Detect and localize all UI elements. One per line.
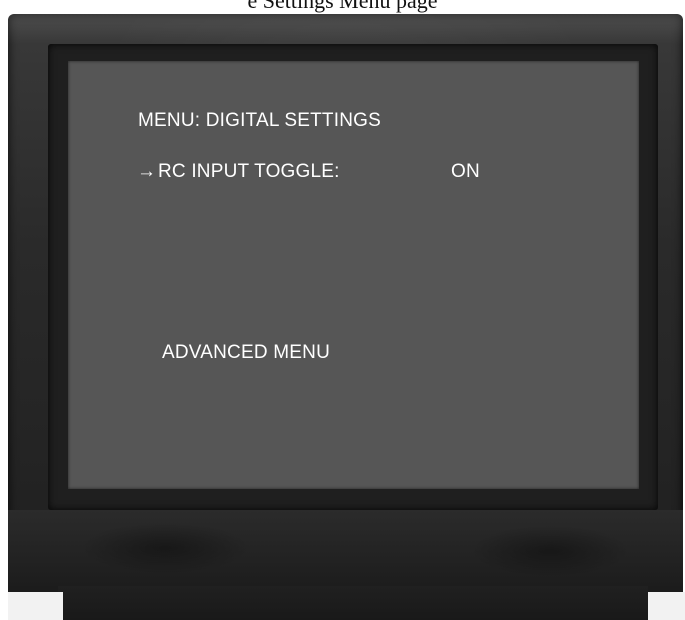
left-speaker-area [80, 522, 250, 574]
base-left-gap [8, 592, 63, 620]
tv-top-highlight [8, 14, 683, 44]
rc-input-toggle-label[interactable]: RC INPUT TOGGLE: [158, 161, 340, 183]
page-caption: e Settings Menu page [247, 0, 438, 13]
advanced-menu-item[interactable]: ADVANCED MENU [162, 342, 330, 364]
base-right-gap [648, 592, 685, 620]
selector-arrow-icon: → [137, 161, 157, 182]
menu-title: MENU: DIGITAL SETTINGS [138, 110, 381, 131]
rc-input-toggle-value[interactable]: ON [451, 161, 480, 183]
tv-base [58, 586, 648, 620]
tv-menu-screenshot: e Settings Menu page MENU: DIGITAL SETTI… [0, 0, 685, 620]
right-speaker-area [470, 525, 630, 577]
